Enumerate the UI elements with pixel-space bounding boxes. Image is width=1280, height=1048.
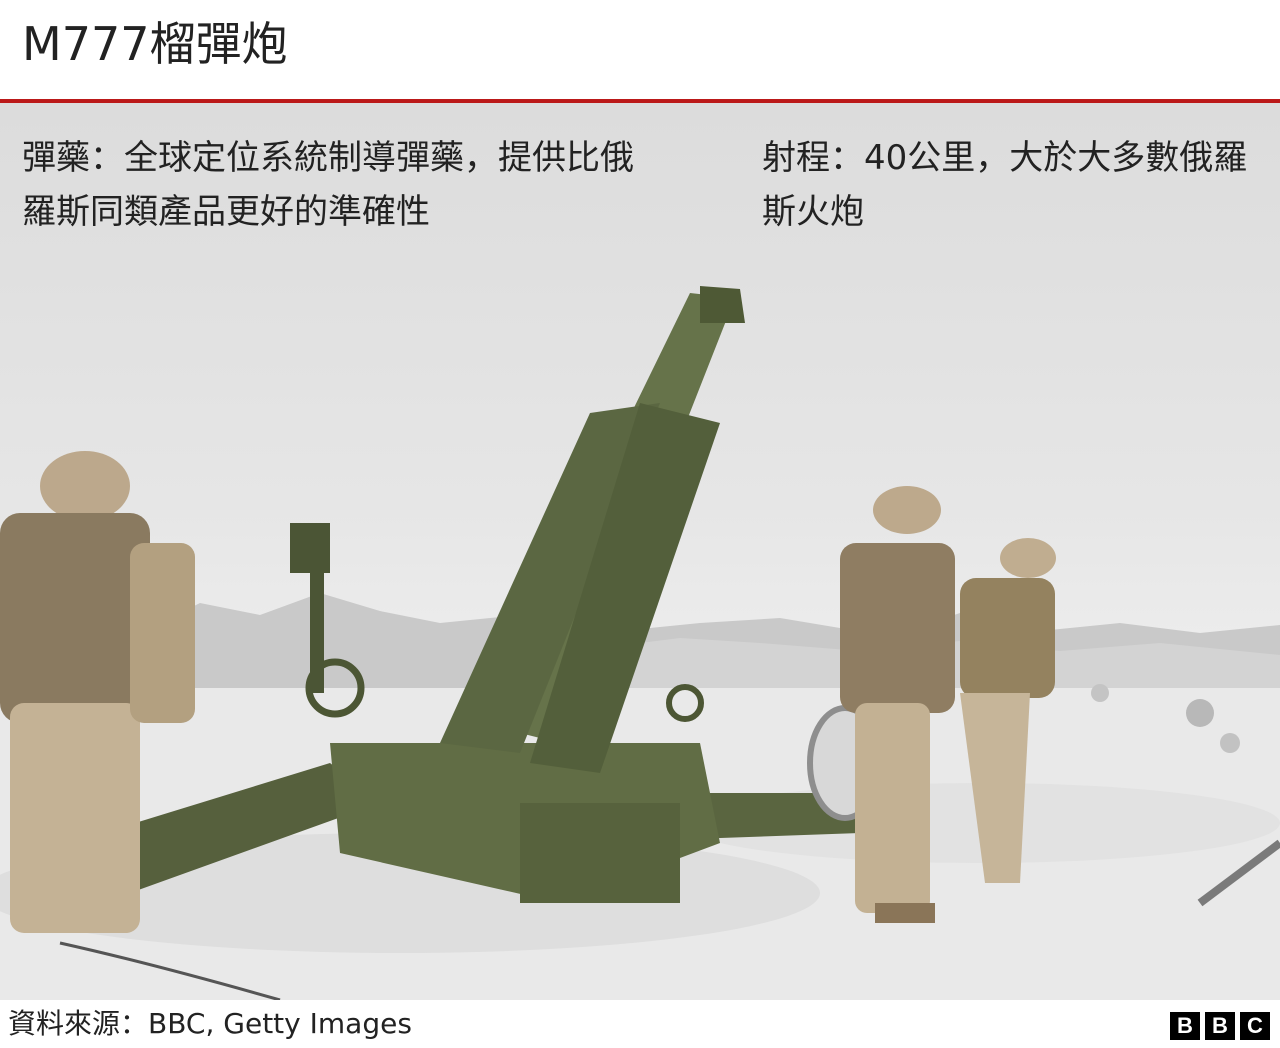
bbc-logo-letter: B <box>1170 1012 1200 1040</box>
source-credit: 資料來源：BBC, Getty Images <box>8 1007 412 1040</box>
page-title: M777榴彈炮 <box>22 17 288 71</box>
bbc-logo-letter: B <box>1205 1012 1235 1040</box>
ammunition-fact: 彈藥：全球定位系統制導彈藥，提供比俄羅斯同類產品更好的準確性 <box>22 138 634 232</box>
gun-sight <box>290 523 330 573</box>
bbc-logo: B B C <box>1170 1012 1270 1040</box>
bbc-logo-letter: C <box>1240 1012 1270 1040</box>
range-fact: 射程：40公里，大於大多數俄羅斯火炮 <box>762 138 1248 232</box>
header: M777榴彈炮 <box>0 0 1280 100</box>
